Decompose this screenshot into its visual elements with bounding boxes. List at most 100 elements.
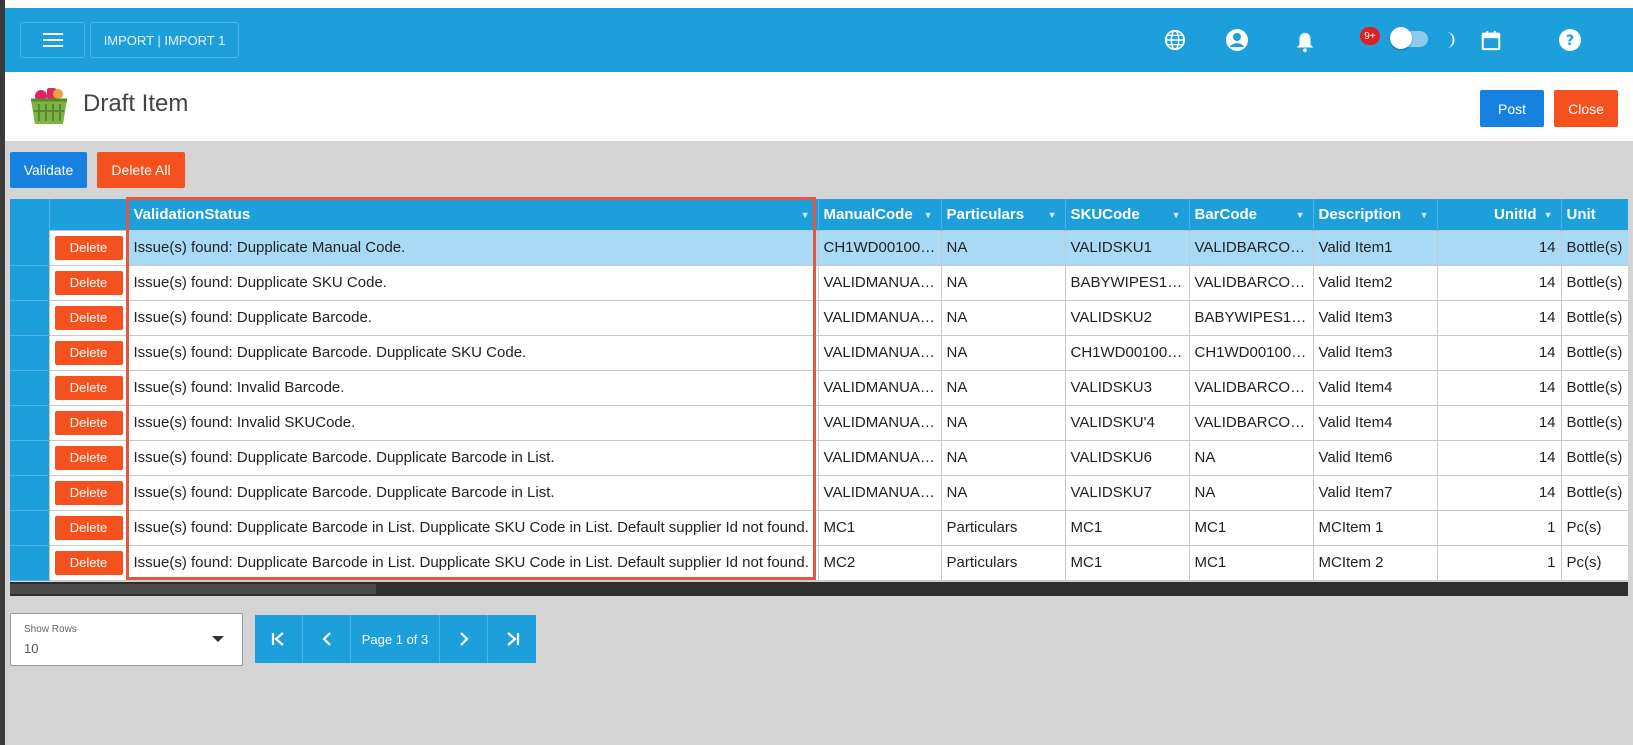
column-header-particulars[interactable]: Particulars ▼ (941, 199, 1066, 230)
column-header-manualcode[interactable]: ManualCode ▼ (818, 199, 942, 230)
filter-icon[interactable]: ▼ (801, 210, 810, 220)
post-button[interactable]: Post (1480, 90, 1544, 127)
barcode-cell[interactable]: MC1 (1188, 544, 1314, 581)
particulars-cell[interactable]: NA (940, 439, 1066, 476)
unit-cell[interactable]: Bottle(s) (1560, 369, 1628, 406)
manual-code-cell[interactable]: MC2 (817, 544, 942, 581)
column-header-description[interactable]: Description ▼ (1313, 199, 1438, 230)
validation-status-cell[interactable]: Issue(s) found: Dupplicate Barcode. (127, 299, 819, 336)
help-icon[interactable]: ? (1558, 28, 1582, 52)
unit-cell[interactable]: Bottle(s) (1560, 334, 1628, 371)
manual-code-cell[interactable]: VALIDMANUAL3 (817, 334, 942, 371)
barcode-cell[interactable]: BABYWIPES16… (1188, 299, 1314, 336)
row-selector[interactable] (10, 230, 49, 266)
delete-row-button[interactable]: Delete (54, 270, 123, 295)
table-row[interactable]: Delete Issue(s) found: Dupplicate Barcode… (10, 474, 1628, 511)
unit-cell[interactable]: Bottle(s) (1560, 439, 1628, 476)
globe-icon[interactable] (1163, 28, 1187, 52)
validation-status-cell[interactable]: Issue(s) found: Dupplicate Barcode in Li… (127, 509, 819, 546)
table-row[interactable]: Delete Issue(s) found: Dupplicate Barcode… (10, 509, 1628, 546)
description-cell[interactable]: Valid Item4 (1312, 404, 1438, 441)
unit-id-cell[interactable]: 14 (1436, 299, 1562, 336)
sku-code-cell[interactable]: VALIDSKU3 (1064, 369, 1190, 406)
particulars-cell[interactable]: NA (940, 264, 1066, 301)
unit-id-cell[interactable]: 14 (1436, 264, 1562, 301)
unit-id-cell[interactable]: 14 (1436, 439, 1562, 476)
unit-cell[interactable]: Bottle(s) (1560, 299, 1628, 336)
description-cell[interactable]: Valid Item4 (1312, 369, 1438, 406)
close-button[interactable]: Close (1554, 90, 1618, 127)
row-selector[interactable] (10, 510, 49, 546)
unit-cell[interactable]: Bottle(s) (1560, 474, 1628, 511)
particulars-cell[interactable]: Particulars (940, 509, 1066, 546)
validation-status-cell[interactable]: Issue(s) found: Dupplicate SKU Code. (127, 264, 819, 301)
unit-id-cell[interactable]: 14 (1436, 334, 1562, 371)
sku-code-cell[interactable]: CH1WD001000… (1064, 334, 1190, 371)
delete-row-button[interactable]: Delete (54, 410, 123, 435)
manual-code-cell[interactable]: VALIDMANUAL4 (817, 369, 942, 406)
description-cell[interactable]: Valid Item7 (1312, 474, 1438, 511)
column-header-barcode[interactable]: BarCode ▼ (1189, 199, 1314, 230)
unit-cell[interactable]: Pc(s) (1560, 544, 1628, 581)
sku-code-cell[interactable]: MC1 (1064, 544, 1190, 581)
barcode-cell[interactable]: VALIDBARCOD'3 (1188, 369, 1314, 406)
filter-icon[interactable]: ▼ (924, 210, 933, 220)
unit-id-cell[interactable]: 1 (1436, 544, 1562, 581)
table-row[interactable]: Delete Issue(s) found: Dupplicate Barcode… (10, 299, 1628, 336)
validation-status-cell[interactable]: Issue(s) found: Dupplicate Manual Code. (127, 229, 819, 266)
delete-row-button[interactable]: Delete (54, 235, 123, 260)
particulars-cell[interactable]: NA (940, 369, 1066, 406)
delete-row-button[interactable]: Delete (54, 515, 123, 540)
filter-icon[interactable]: ▼ (1048, 210, 1057, 220)
table-row[interactable]: Delete Issue(s) found: Dupplicate Manual … (10, 229, 1628, 266)
manual-code-cell[interactable]: VALIDMANUAL2 (817, 299, 942, 336)
account-icon[interactable] (1225, 28, 1249, 52)
row-selector[interactable] (10, 335, 49, 371)
delete-row-button[interactable]: Delete (54, 305, 123, 330)
description-cell[interactable]: MCItem 1 (1312, 509, 1438, 546)
validation-status-cell[interactable]: Issue(s) found: Invalid SKUCode. (127, 404, 819, 441)
row-selector[interactable] (10, 440, 49, 476)
table-row[interactable]: Delete Issue(s) found: Dupplicate Barcode… (10, 334, 1628, 371)
particulars-cell[interactable]: NA (940, 229, 1066, 266)
delete-row-button[interactable]: Delete (54, 340, 123, 365)
particulars-cell[interactable]: NA (940, 334, 1066, 371)
filter-icon[interactable]: ▼ (1544, 210, 1553, 220)
description-cell[interactable]: Valid Item3 (1312, 299, 1438, 336)
unit-cell[interactable]: Bottle(s) (1560, 264, 1628, 301)
row-selector[interactable] (10, 545, 49, 581)
validation-status-cell[interactable]: Issue(s) found: Dupplicate Barcode. Dupp… (127, 334, 819, 371)
sku-code-cell[interactable]: MC1 (1064, 509, 1190, 546)
validate-button[interactable]: Validate (10, 152, 87, 188)
first-page-button[interactable] (255, 615, 303, 663)
particulars-cell[interactable]: NA (940, 299, 1066, 336)
manual-code-cell[interactable]: VALIDMANUAL7 (817, 439, 942, 476)
table-row[interactable]: Delete Issue(s) found: Dupplicate Barcode… (10, 544, 1628, 581)
sku-code-cell[interactable]: VALIDSKU2 (1064, 299, 1190, 336)
manual-code-cell[interactable]: VALIDMANUAL1 (817, 264, 942, 301)
table-row[interactable]: Delete Issue(s) found: Dupplicate Barcode… (10, 439, 1628, 476)
calendar-icon[interactable] (1479, 28, 1503, 52)
delete-row-button[interactable]: Delete (54, 375, 123, 400)
barcode-cell[interactable]: VALIDBARCOD… (1188, 404, 1314, 441)
unit-id-cell[interactable]: 14 (1436, 474, 1562, 511)
validation-status-cell[interactable]: Issue(s) found: Dupplicate Barcode. Dupp… (127, 474, 819, 511)
show-rows-select[interactable]: Show Rows 10 (10, 613, 243, 666)
bell-icon[interactable] (1293, 30, 1317, 54)
next-page-button[interactable] (440, 615, 488, 663)
validation-status-cell[interactable]: Issue(s) found: Invalid Barcode. (127, 369, 819, 406)
delete-row-button[interactable]: Delete (54, 445, 123, 470)
particulars-cell[interactable]: NA (940, 474, 1066, 511)
manual-code-cell[interactable]: MC1 (817, 509, 942, 546)
unit-id-cell[interactable]: 14 (1436, 404, 1562, 441)
particulars-cell[interactable]: Particulars (940, 544, 1066, 581)
sku-code-cell[interactable]: BABYWIPES16… (1064, 264, 1190, 301)
table-row[interactable]: Delete Issue(s) found: Dupplicate SKU Cod… (10, 264, 1628, 301)
delete-row-button[interactable]: Delete (54, 550, 123, 575)
delete-all-button[interactable]: Delete All (97, 152, 185, 188)
filter-icon[interactable]: ▼ (1296, 210, 1305, 220)
horizontal-scrollbar[interactable] (10, 582, 1628, 596)
unit-id-cell[interactable]: 14 (1436, 369, 1562, 406)
column-header-unit[interactable]: Unit (1561, 199, 1628, 230)
scrollbar-thumb[interactable] (10, 584, 376, 594)
